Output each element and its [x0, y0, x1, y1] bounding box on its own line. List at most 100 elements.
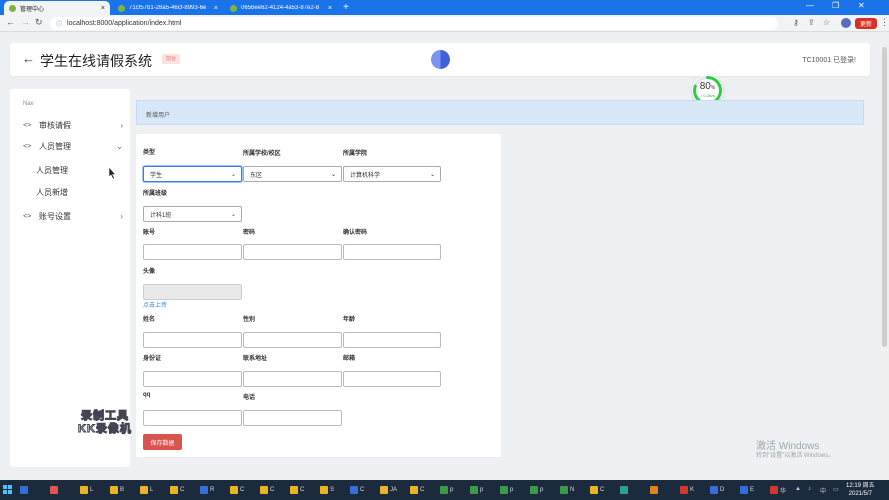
- page-scrollbar[interactable]: [880, 43, 889, 478]
- taskbar-app[interactable]: C: [350, 483, 364, 497]
- email-input[interactable]: [343, 371, 441, 387]
- close-window-button[interactable]: ✕: [858, 1, 865, 10]
- more-menu-icon[interactable]: ⋮: [880, 17, 889, 28]
- taskbar-app[interactable]: C: [230, 483, 244, 497]
- back-arrow-icon[interactable]: ←: [22, 51, 35, 66]
- taskbar-app[interactable]: p: [440, 483, 453, 497]
- taskbar-app[interactable]: N: [560, 483, 574, 497]
- taskbar-app[interactable]: K: [680, 483, 694, 497]
- taskbar-app-label: 华: [780, 488, 787, 495]
- bookmark-star-icon[interactable]: ☆: [823, 18, 830, 27]
- back-nav-icon[interactable]: ←: [6, 17, 15, 27]
- app-icon: [350, 486, 358, 494]
- app-icon: [500, 486, 508, 494]
- taskbar-app[interactable]: B: [110, 483, 124, 497]
- taskbar-app[interactable]: 华: [770, 483, 786, 497]
- name-label: 姓名: [143, 317, 156, 323]
- class-select[interactable]: 计科1班 ⌄: [143, 206, 242, 222]
- share-icon[interactable]: ⇪: [808, 18, 815, 27]
- profile-avatar[interactable]: [841, 18, 851, 28]
- taskbar-app[interactable]: S: [320, 483, 334, 497]
- close-tab-icon[interactable]: ×: [328, 5, 332, 12]
- sidebar-item-personnel[interactable]: <> 人员管理 ⌄: [23, 139, 123, 153]
- password-label: 密码: [243, 230, 256, 236]
- taskbar-app[interactable]: [620, 483, 630, 497]
- tab-uuid-1[interactable]: 71cf57b1-28a5-46cf-8993-6e ×: [113, 1, 223, 15]
- type-select[interactable]: 学生 ⌄: [143, 166, 242, 182]
- taskbar-app[interactable]: C: [290, 483, 304, 497]
- account-input[interactable]: [143, 244, 242, 260]
- restore-window-button[interactable]: ❐: [832, 1, 839, 10]
- favicon-icon: [9, 4, 16, 12]
- key-icon[interactable]: ⚷: [793, 18, 799, 27]
- taskbar-app[interactable]: JA: [380, 483, 397, 497]
- idcard-input[interactable]: [143, 371, 242, 387]
- age-input[interactable]: [343, 332, 441, 348]
- taskbar-app[interactable]: D: [710, 483, 724, 497]
- reload-icon[interactable]: ↻: [35, 17, 43, 28]
- taskbar-app[interactable]: p: [500, 483, 513, 497]
- age-label: 年龄: [343, 317, 356, 323]
- taskbar-app[interactable]: p: [470, 483, 483, 497]
- taskbar-app[interactable]: [20, 483, 30, 497]
- app-icon: [80, 486, 88, 494]
- url-field[interactable]: ⓘ localhost:8000/application/index.html: [50, 17, 778, 30]
- taskbar-app-label: E: [750, 487, 755, 493]
- volume-icon[interactable]: ♪: [808, 486, 811, 492]
- tab-uuid-2[interactable]: 065bee62-4124-4a53-87e2-8 ×: [225, 1, 337, 15]
- new-tab-button[interactable]: +: [343, 2, 349, 13]
- taskbar-app-label: K: [690, 487, 695, 493]
- taskbar-app[interactable]: [650, 483, 660, 497]
- campus-select[interactable]: 东区 ⌄: [243, 166, 342, 182]
- save-button[interactable]: 保存数据: [143, 434, 182, 450]
- minimize-window-button[interactable]: —: [806, 1, 814, 10]
- sidebar-item-label: 账号设置: [39, 211, 71, 221]
- app-icon: [50, 486, 58, 494]
- taskbar-app-label: C: [270, 487, 275, 493]
- taskbar-app-label: C: [600, 487, 605, 493]
- site-info-icon[interactable]: ⓘ: [56, 19, 62, 28]
- taskbar-app[interactable]: C: [170, 483, 184, 497]
- password-input[interactable]: [243, 244, 342, 260]
- taskbar-app[interactable]: L: [80, 483, 93, 497]
- name-input[interactable]: [143, 332, 242, 348]
- taskbar-app-label: p: [480, 487, 484, 493]
- windows-start-icon[interactable]: [3, 485, 12, 494]
- qq-input[interactable]: [143, 410, 242, 426]
- gender-input[interactable]: [243, 332, 342, 348]
- notification-icon[interactable]: ▭: [833, 486, 839, 493]
- update-button[interactable]: 更新: [855, 18, 877, 29]
- taskbar-app[interactable]: E: [740, 483, 754, 497]
- taskbar-app-label: N: [570, 487, 575, 493]
- taskbar-app[interactable]: C: [590, 483, 604, 497]
- college-select[interactable]: 计算机科学 ⌄: [343, 166, 441, 182]
- college-select-value: 计算机科学: [350, 172, 381, 179]
- chevron-right-icon: ›: [120, 120, 123, 130]
- ime-icon[interactable]: 中: [820, 486, 826, 495]
- sidebar-subitem-personnel-add[interactable]: 人员新增: [36, 187, 68, 198]
- phone-input[interactable]: [243, 410, 342, 426]
- type-select-value: 学生: [150, 172, 163, 179]
- scrollbar-thumb[interactable]: [882, 47, 887, 347]
- upload-link[interactable]: 点击上传: [143, 300, 167, 309]
- taskbar-clock[interactable]: 12:19 周五 2021/5/7: [846, 482, 875, 498]
- taskbar-app[interactable]: C: [260, 483, 274, 497]
- taskbar-app[interactable]: C: [410, 483, 424, 497]
- taskbar-app[interactable]: L: [140, 483, 153, 497]
- app-icon: [140, 486, 148, 494]
- address-input[interactable]: [243, 371, 342, 387]
- taskbar-app[interactable]: [50, 483, 60, 497]
- taskbar-app[interactable]: p: [530, 483, 543, 497]
- tab-management-center[interactable]: 管理中心 ×: [4, 1, 110, 15]
- sidebar-item-leave-review[interactable]: <> 审核请假 ›: [23, 118, 123, 132]
- forward-nav-icon[interactable]: →: [21, 17, 30, 27]
- network-icon[interactable]: ▲: [795, 486, 801, 492]
- confirm-password-input[interactable]: [343, 244, 441, 260]
- address-bar-row: ← → ↻ ⓘ localhost:8000/application/index…: [0, 15, 889, 32]
- tab-title: 71cf57b1-28a5-46cf-8993-6e: [129, 5, 207, 11]
- sidebar-subitem-personnel-manage[interactable]: 人员管理: [36, 165, 68, 176]
- close-tab-icon[interactable]: ×: [101, 5, 105, 12]
- sidebar-item-account-settings[interactable]: <> 账号设置 ›: [23, 209, 123, 223]
- close-tab-icon[interactable]: ×: [214, 5, 218, 12]
- taskbar-app[interactable]: R: [200, 483, 214, 497]
